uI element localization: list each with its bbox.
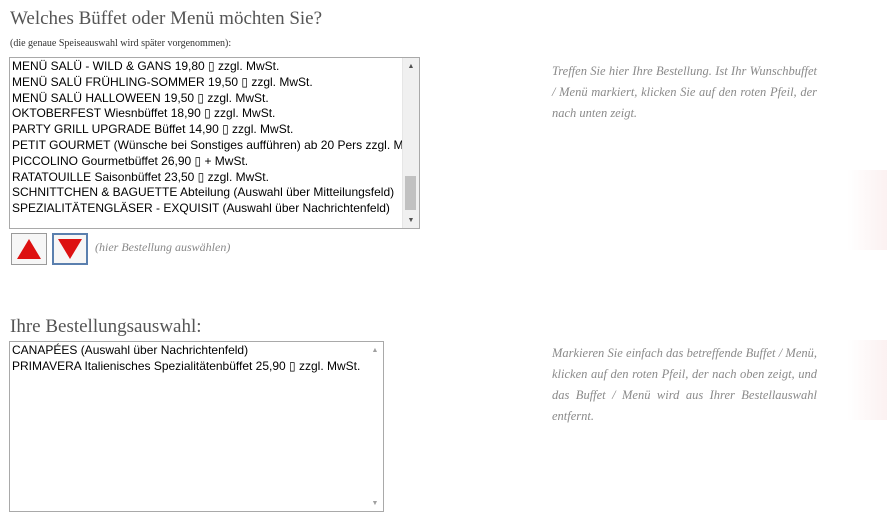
selection-section-title: Ihre Bestellungsauswahl: bbox=[10, 316, 202, 337]
move-up-button[interactable] bbox=[11, 233, 47, 265]
menu-option[interactable]: PETIT GOURMET (Wünsche bei Sonstiges auf… bbox=[12, 138, 402, 154]
decorative-stripe bbox=[847, 170, 887, 250]
scrollbar-thumb[interactable] bbox=[405, 176, 416, 210]
selected-order-option[interactable]: CANAPÉES (Auswahl über Nachrichtenfeld) bbox=[12, 343, 366, 359]
selected-orders-list: CANAPÉES (Auswahl über Nachrichtenfeld) … bbox=[12, 343, 366, 375]
menu-option[interactable]: MENÜ SALÜ - WILD & GANS 19,80 ▯ zzgl. Mw… bbox=[12, 59, 402, 75]
red-arrow-up-icon bbox=[17, 239, 41, 259]
selection-instructions: Markieren Sie einfach das betreffende Bu… bbox=[552, 346, 817, 423]
scroll-up-arrow-icon[interactable]: ▲ bbox=[367, 342, 383, 358]
selected-order-option[interactable]: PRIMAVERA Italienisches Spezialitätenbüf… bbox=[12, 359, 366, 375]
selection-hint: (hier Bestellung auswählen) bbox=[95, 240, 231, 254]
menu-option[interactable]: PARTY GRILL UPGRADE Büffet 14,90 ▯ zzgl.… bbox=[12, 122, 402, 138]
decorative-stripe bbox=[847, 340, 887, 420]
menu-options-list: MENÜ SALÜ - WILD & GANS 19,80 ▯ zzgl. Mw… bbox=[12, 59, 402, 217]
menu-option[interactable]: SPEZIALITÄTENGLÄSER - EXQUISIT (Auswahl … bbox=[12, 201, 402, 217]
selected-orders-listbox[interactable]: CANAPÉES (Auswahl über Nachrichtenfeld) … bbox=[9, 341, 384, 512]
menu-instructions: Treffen Sie hier Ihre Bestellung. Ist Ih… bbox=[552, 64, 817, 120]
menu-option[interactable]: OKTOBERFEST Wiesnbüffet 18,90 ▯ zzgl. Mw… bbox=[12, 106, 402, 122]
move-down-button[interactable] bbox=[52, 233, 88, 265]
menu-option[interactable]: RATATOUILLE Saisonbüffet 23,50 ▯ zzgl. M… bbox=[12, 170, 402, 186]
menu-section-title: Welches Büffet oder Menü möchten Sie? bbox=[10, 8, 323, 29]
menu-option[interactable]: SCHNITTCHEN & BAGUETTE Abteilung (Auswah… bbox=[12, 185, 402, 201]
scroll-down-arrow-icon[interactable]: ▼ bbox=[367, 495, 383, 511]
menu-option[interactable]: MENÜ SALÜ HALLOWEEN 19,50 ▯ zzgl. MwSt. bbox=[12, 91, 402, 107]
menu-option[interactable]: PICCOLINO Gourmetbüffet 26,90 ▯ + MwSt. bbox=[12, 154, 402, 170]
menu-section-subtitle: (die genaue Speiseauswahl wird später vo… bbox=[10, 38, 232, 49]
scroll-up-arrow-icon[interactable]: ▲ bbox=[403, 58, 419, 74]
selection-listbox-scrollbar[interactable]: ▲ ▼ bbox=[367, 342, 383, 511]
red-arrow-down-icon bbox=[58, 239, 82, 259]
menu-listbox-scrollbar[interactable]: ▲ ▼ bbox=[402, 58, 419, 228]
menu-option[interactable]: MENÜ SALÜ FRÜHLING-SOMMER 19,50 ▯ zzgl. … bbox=[12, 75, 402, 91]
scroll-down-arrow-icon[interactable]: ▼ bbox=[403, 212, 419, 228]
menu-options-listbox[interactable]: MENÜ SALÜ - WILD & GANS 19,80 ▯ zzgl. Mw… bbox=[9, 57, 420, 229]
